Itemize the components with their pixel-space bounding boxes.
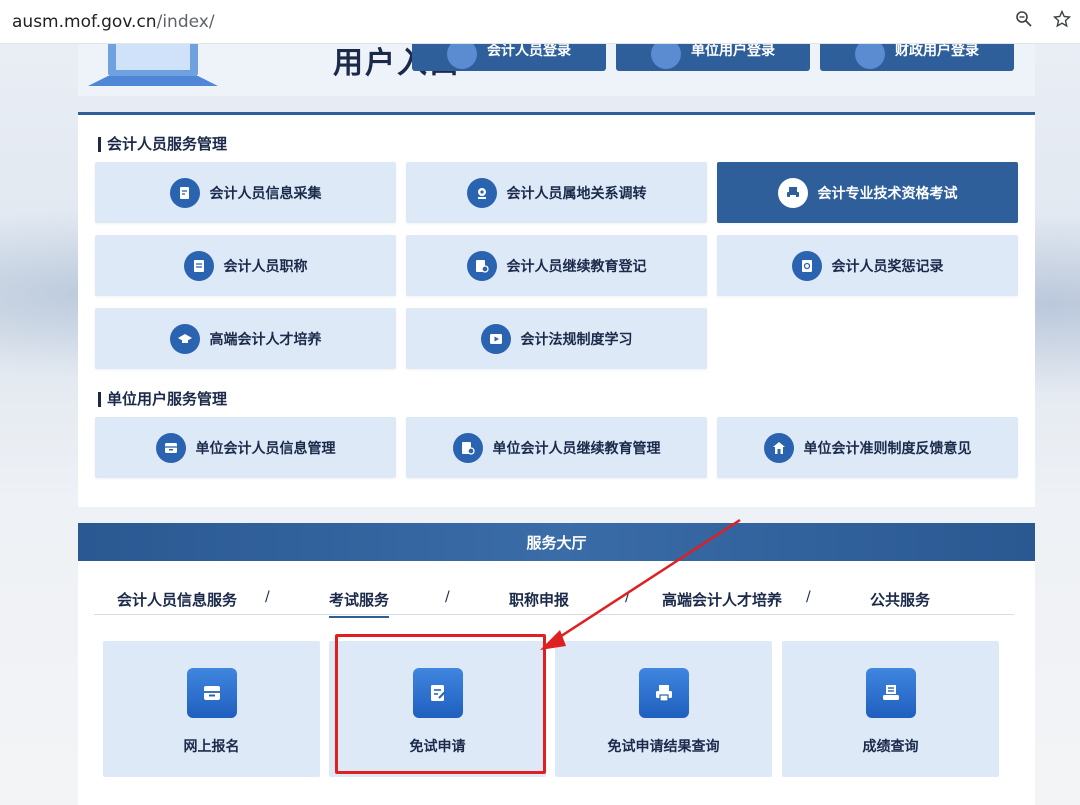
- unit-login-button[interactable]: 单位用户登录: [616, 44, 810, 71]
- tile-label: 会计人员奖惩记录: [831, 258, 944, 275]
- card-score-query[interactable]: 成绩查询: [782, 641, 999, 777]
- tray-icon: [155, 432, 186, 463]
- tab-public-service[interactable]: 公共服务: [870, 589, 930, 610]
- login-strip: 用户入口 会计人员登录 单位用户登录 财政用户登录: [78, 44, 1035, 96]
- tile-unit-info-management[interactable]: 单位会计人员信息管理: [95, 417, 396, 478]
- printer-icon: [638, 668, 689, 718]
- location-icon: [466, 177, 497, 208]
- edit-doc-icon: [169, 177, 200, 208]
- finance-login-button[interactable]: 财政用户登录: [820, 44, 1014, 71]
- tile-label: 会计人员继续教育登记: [506, 258, 647, 275]
- service-hall-title: 服务大厅: [78, 523, 1035, 561]
- tray-icon: [186, 668, 237, 718]
- tile-label: 单位会计人员信息管理: [195, 440, 336, 457]
- login-button-label: 财政用户登录: [895, 44, 979, 59]
- tile-regulation-study[interactable]: 会计法规制度学习: [406, 308, 707, 369]
- card-label: 网上报名: [183, 739, 240, 755]
- record-icon: [791, 250, 822, 281]
- tab-senior-talent[interactable]: 高端会计人才培养: [662, 589, 782, 610]
- tile-label: 会计法规制度学习: [520, 331, 633, 348]
- computer-illustration-icon: [88, 44, 218, 86]
- tile-label: 单位会计准则制度反馈意见: [803, 440, 972, 457]
- tile-label: 会计人员职称: [223, 258, 308, 275]
- unit-section-title: 单位用户服务管理: [98, 392, 227, 407]
- tile-info-collection[interactable]: 会计人员信息采集: [95, 162, 396, 223]
- service-management-panel: 会计人员服务管理 会计人员信息采集 会计人员属地关系调转 会计专业技术资格考试 …: [78, 112, 1035, 507]
- tile-senior-talent[interactable]: 高端会计人才培养: [95, 308, 396, 369]
- tile-professional-title[interactable]: 会计人员职称: [95, 235, 396, 296]
- star-icon[interactable]: [1052, 9, 1072, 33]
- accountant-login-button[interactable]: 会计人员登录: [412, 44, 606, 71]
- graduation-icon: [169, 323, 200, 354]
- card-exemption-result-query[interactable]: 免试申请结果查询: [555, 641, 772, 777]
- tile-continuing-education[interactable]: 会计人员继续教育登记: [406, 235, 707, 296]
- home-icon: [763, 432, 794, 463]
- printer-icon: [865, 668, 916, 718]
- login-button-label: 单位用户登录: [691, 44, 775, 59]
- doc-search-icon: [452, 432, 483, 463]
- accountant-section-title: 会计人员服务管理: [98, 137, 227, 152]
- tab-exam-service[interactable]: 考试服务: [329, 589, 390, 618]
- zoom-icon[interactable]: [1014, 10, 1034, 33]
- tile-label: 会计专业技术资格考试: [817, 185, 958, 202]
- printer-icon: [777, 177, 808, 208]
- url-host: ausm.mof.gov.cn: [12, 11, 157, 32]
- tile-territory-transfer[interactable]: 会计人员属地关系调转: [406, 162, 707, 223]
- browser-address-bar[interactable]: ausm.mof.gov.cn/index/: [0, 0, 1080, 44]
- tab-separator: /: [806, 589, 811, 605]
- url-path: /index/: [156, 11, 215, 32]
- user-icon: [447, 44, 477, 69]
- play-icon: [480, 323, 511, 354]
- tile-unit-education-management[interactable]: 单位会计人员继续教育管理: [406, 417, 707, 478]
- card-label: 成绩查询: [862, 739, 919, 755]
- tile-label: 高端会计人才培养: [209, 331, 322, 348]
- tile-label: 单位会计人员继续教育管理: [492, 440, 661, 457]
- card-online-registration[interactable]: 网上报名: [103, 641, 320, 777]
- building-icon: [651, 44, 681, 69]
- tab-separator: /: [625, 589, 630, 605]
- tab-separator: /: [445, 589, 450, 605]
- card-label: 免试申请结果查询: [607, 739, 720, 755]
- tab-separator: /: [265, 589, 270, 605]
- url-text[interactable]: ausm.mof.gov.cn/index/: [12, 12, 215, 32]
- login-button-label: 会计人员登录: [487, 44, 571, 59]
- tile-label: 会计人员属地关系调转: [506, 185, 647, 202]
- tile-qualification-exam[interactable]: 会计专业技术资格考试: [717, 162, 1018, 223]
- doc-icon: [183, 250, 214, 281]
- tile-label: 会计人员信息采集: [209, 185, 322, 202]
- tile-rewards-record[interactable]: 会计人员奖惩记录: [717, 235, 1018, 296]
- tab-title-application[interactable]: 职称申报: [509, 589, 569, 610]
- annotation-highlight-box: [335, 634, 546, 774]
- service-hall-tabs: 会计人员信息服务 / 考试服务 / 职称申报 / 高端会计人才培养 / 公共服务: [94, 573, 1014, 618]
- tab-info-service[interactable]: 会计人员信息服务: [117, 589, 237, 610]
- users-icon: [855, 44, 885, 69]
- tile-unit-feedback[interactable]: 单位会计准则制度反馈意见: [717, 417, 1018, 478]
- service-hall-panel: 服务大厅 会计人员信息服务 / 考试服务 / 职称申报 / 高端会计人才培养 /…: [78, 523, 1035, 805]
- doc-search-icon: [466, 250, 497, 281]
